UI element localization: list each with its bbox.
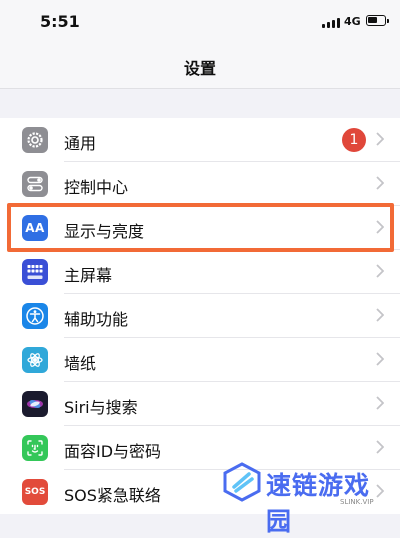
icon-text: AA xyxy=(25,221,45,235)
row-label: 通用 xyxy=(64,134,97,153)
text-size-icon: AA xyxy=(22,215,48,241)
row-label: 主屏幕 xyxy=(64,266,113,285)
settings-row-accessibility[interactable]: 辅助功能 xyxy=(0,294,400,338)
watermark-logo-icon xyxy=(223,462,261,502)
chevron-right-icon xyxy=(376,352,384,366)
row-label: Siri与搜索 xyxy=(64,398,138,417)
watermark-subtext: SLINK.VIP xyxy=(340,498,374,506)
row-label: 面容ID与密码 xyxy=(64,442,162,461)
notification-badge: 1 xyxy=(342,128,366,152)
settings-row-siri-search[interactable]: Siri与搜索 xyxy=(0,382,400,426)
row-label: 显示与亮度 xyxy=(64,222,145,241)
signal-icon xyxy=(322,18,342,28)
chevron-right-icon xyxy=(376,308,384,322)
accessibility-icon xyxy=(22,303,48,329)
gear-icon xyxy=(22,127,48,153)
settings-row-wallpaper[interactable]: 墙纸 xyxy=(0,338,400,382)
row-label: 墙纸 xyxy=(64,354,97,373)
siri-icon xyxy=(22,391,48,417)
chevron-right-icon xyxy=(376,220,384,234)
chevron-right-icon xyxy=(376,264,384,278)
row-label: 辅助功能 xyxy=(64,310,129,329)
network-type: 4G xyxy=(344,15,361,28)
face-id-icon xyxy=(22,435,48,461)
row-label: SOS紧急联络 xyxy=(64,486,161,505)
settings-list: 通用 1 控制中心 AA 显示与亮度 主屏幕 辅助功能 墙纸 Siri与搜索 面… xyxy=(0,118,400,514)
chevron-right-icon xyxy=(376,440,384,454)
row-label: 控制中心 xyxy=(64,178,129,197)
chevron-right-icon xyxy=(376,396,384,410)
battery-icon xyxy=(366,15,389,26)
settings-row-home-screen[interactable]: 主屏幕 xyxy=(0,250,400,294)
settings-row-general[interactable]: 通用 1 xyxy=(0,118,400,162)
nav-bar: 设置 xyxy=(0,44,400,89)
chevron-right-icon xyxy=(376,132,384,146)
toggles-icon xyxy=(22,171,48,197)
status-bar: 5:51 4G xyxy=(0,0,400,44)
home-grid-icon xyxy=(22,259,48,285)
icon-text: SOS xyxy=(24,487,46,497)
page-title: 设置 xyxy=(183,59,216,78)
flower-icon xyxy=(22,347,48,373)
chevron-right-icon xyxy=(376,176,384,190)
sos-icon: SOS xyxy=(22,479,48,505)
settings-row-display-brightness[interactable]: AA 显示与亮度 xyxy=(0,206,400,250)
watermark: 速链游戏园 SLINK.VIP xyxy=(222,458,392,536)
status-time: 5:51 xyxy=(40,12,80,31)
settings-row-control-center[interactable]: 控制中心 xyxy=(0,162,400,206)
